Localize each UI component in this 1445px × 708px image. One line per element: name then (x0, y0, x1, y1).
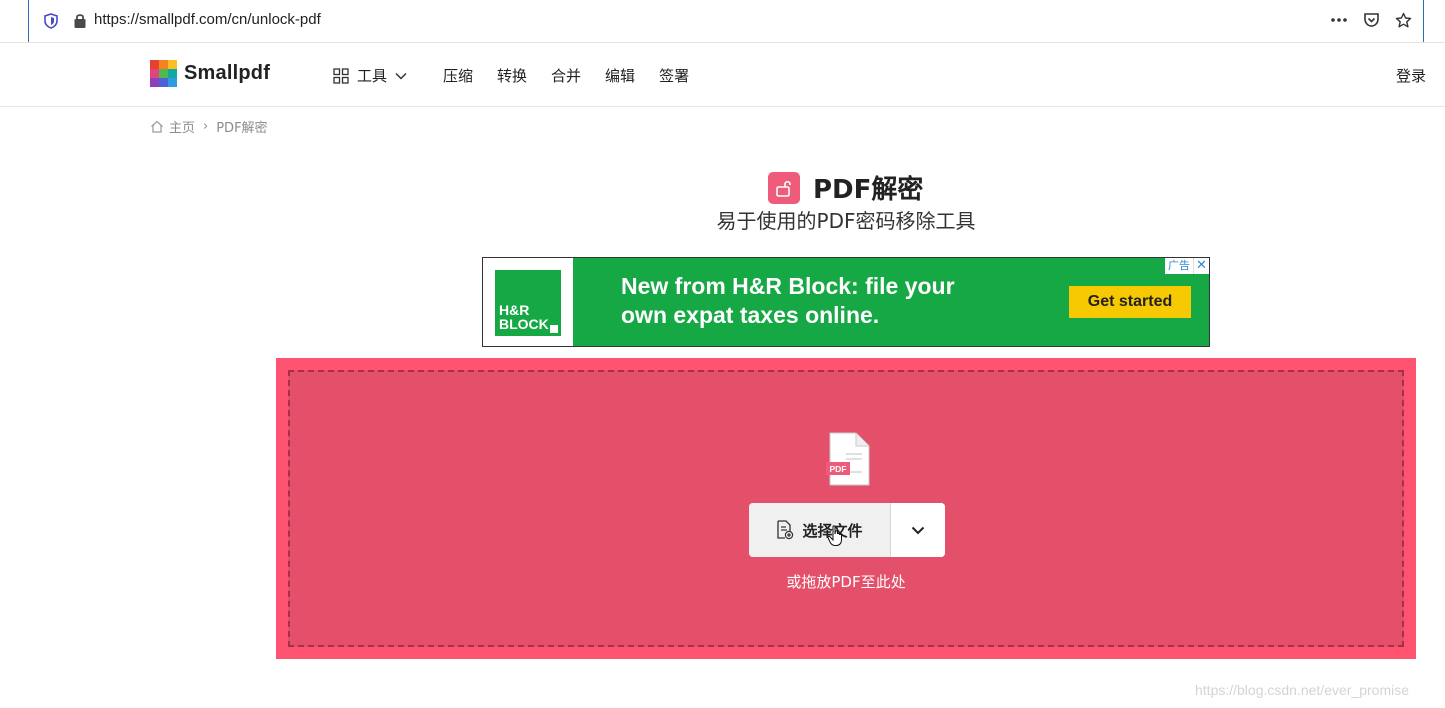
ad-headline-line1: New from H&R Block: file your (621, 273, 955, 299)
nav-item-sign[interactable]: 签署 (659, 65, 689, 86)
pdf-file-icon: PDF (826, 432, 870, 486)
hand-cursor-icon (827, 525, 842, 546)
ad-headline: New from H&R Block: file your own expat … (621, 272, 955, 330)
logo[interactable]: Smallpdf (150, 60, 270, 87)
ad-body[interactable]: New from H&R Block: file your own expat … (573, 258, 1209, 346)
tools-label: 工具 (357, 67, 388, 85)
breadcrumb-home[interactable]: 主页 (169, 117, 195, 136)
nav-item-edit[interactable]: 编辑 (605, 65, 635, 86)
home-icon[interactable] (150, 120, 164, 133)
drop-hint: 或拖放PDF至此处 (786, 573, 906, 591)
site-header: Smallpdf 工具 压缩 转换 合并 编辑 签署 登录 (0, 43, 1445, 107)
address-bar[interactable]: https://smallpdf.com/cn/unlock-pdf (28, 0, 1424, 43)
page-subtitle: 易于使用的PDF密码移除工具 (716, 209, 976, 233)
ad-cta-button[interactable]: Get started (1069, 286, 1191, 318)
choose-source-dropdown[interactable] (891, 503, 945, 557)
ad-logo-area: H&R BLOCK (483, 258, 573, 346)
nav-item-convert[interactable]: 转换 (497, 65, 527, 86)
ad-logo-line2: BLOCK (499, 316, 549, 332)
grid-icon (333, 67, 349, 84)
breadcrumb: 主页 › PDF解密 (150, 117, 268, 136)
star-icon[interactable] (1393, 10, 1413, 30)
upload-area[interactable]: PDF 选择文件 或拖放PDF至此处 (276, 358, 1416, 659)
login-link[interactable]: 登录 (1396, 65, 1426, 86)
logo-icon (150, 60, 177, 87)
lock-icon[interactable] (73, 12, 87, 29)
choose-file-control[interactable]: 选择文件 (749, 503, 945, 557)
nav-menu: 压缩 转换 合并 编辑 签署 (443, 65, 689, 86)
tools-menu[interactable]: 工具 (333, 65, 407, 86)
ad-banner[interactable]: H&R BLOCK New from H&R Block: file your … (482, 257, 1210, 347)
more-icon[interactable] (1329, 10, 1349, 30)
chevron-down-icon (911, 526, 925, 534)
hr-block-logo: H&R BLOCK (495, 270, 561, 336)
unlock-icon (768, 171, 800, 204)
page-title: PDF解密 (813, 175, 924, 205)
pocket-icon[interactable] (1361, 10, 1381, 30)
drop-target[interactable]: PDF 选择文件 或拖放PDF至此处 (288, 370, 1404, 647)
ad-headline-line2: own expat taxes online. (621, 302, 880, 328)
logo-square (550, 325, 558, 333)
shield-icon[interactable] (44, 13, 58, 29)
nav-item-compress[interactable]: 压缩 (443, 65, 473, 86)
url-text[interactable]: https://smallpdf.com/cn/unlock-pdf (94, 11, 321, 28)
pdf-badge: PDF (830, 464, 847, 474)
watermark: https://blog.csdn.net/ever_promise (1195, 682, 1410, 698)
nav-item-merge[interactable]: 合并 (551, 65, 581, 86)
add-file-icon (777, 520, 794, 540)
choose-file-button[interactable]: 选择文件 (749, 503, 891, 557)
ad-badge: 广告 ✕ (1165, 258, 1209, 274)
breadcrumb-current: PDF解密 (216, 121, 268, 136)
breadcrumb-separator: › (203, 119, 209, 134)
ad-close-icon[interactable]: ✕ (1193, 258, 1209, 274)
ad-label[interactable]: 广告 (1165, 258, 1193, 274)
brand-name: Smallpdf (184, 62, 271, 84)
ad-logo-line1: H&R (499, 302, 530, 318)
chevron-down-icon (395, 72, 407, 80)
page-heading: PDF解密 (768, 169, 923, 206)
